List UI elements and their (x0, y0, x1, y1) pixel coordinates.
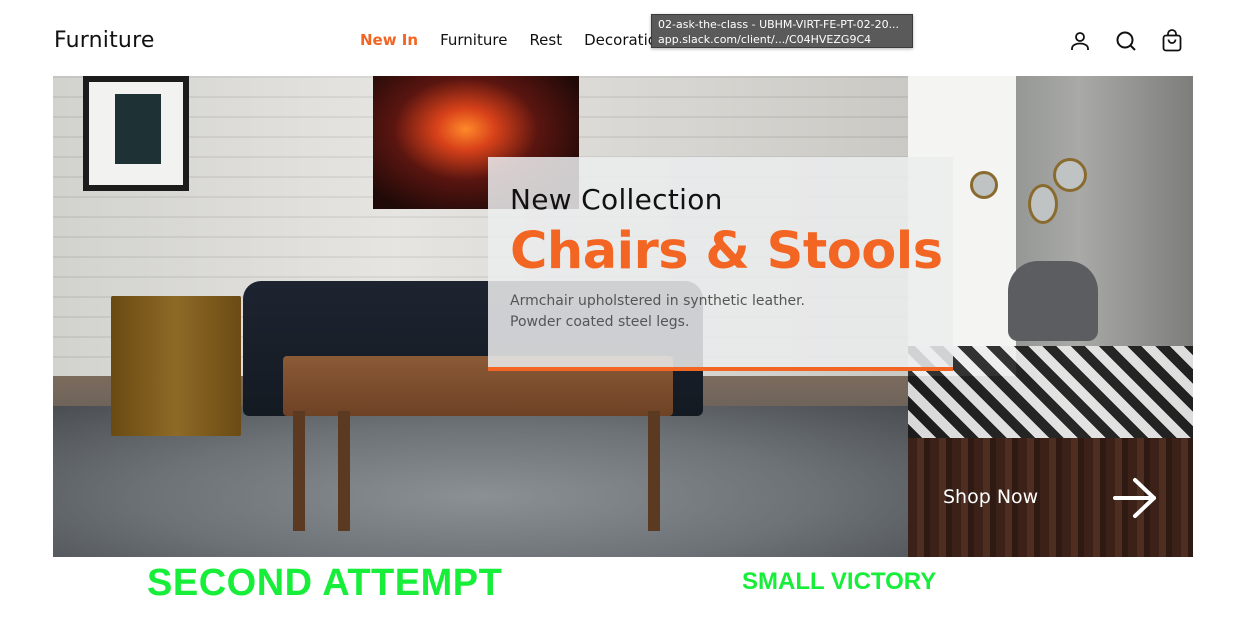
collection-kicker: New Collection (510, 183, 723, 216)
nav-item-rest[interactable]: Rest (529, 31, 562, 49)
collection-title: Chairs & Stools (510, 222, 943, 281)
nav-item-new-in[interactable]: New In (360, 31, 418, 49)
description-line: Armchair upholstered in synthetic leathe… (510, 293, 805, 309)
dresser (111, 296, 241, 436)
collection-card: New Collection Chairs & Stools Armchair … (488, 157, 953, 371)
shop-now-label: Shop Now (943, 486, 1039, 508)
browser-tab-tooltip: 02-ask-the-class - UBHM-VIRT-FE-PT-02-20… (651, 14, 913, 48)
search-icon[interactable] (1114, 29, 1138, 53)
round-mirror (1053, 158, 1087, 192)
main-nav: New In Furniture Rest Decoration (360, 31, 666, 49)
wall-frame (83, 76, 189, 191)
round-mirror (970, 171, 998, 199)
nav-item-furniture[interactable]: Furniture (440, 31, 507, 49)
caption-small-victory: SMALL VICTORY (742, 568, 937, 595)
site-logo[interactable]: Furniture (54, 28, 155, 53)
table-leg (293, 411, 305, 531)
shop-now-button[interactable]: Shop Now (908, 438, 1193, 557)
user-icon[interactable] (1068, 29, 1092, 53)
tooltip-url: app.slack.com/client/.../C04HVEZG9C4 (658, 33, 872, 46)
caption-second-attempt: SECOND ATTEMPT (147, 562, 503, 604)
table-leg (648, 411, 660, 531)
header-icons (1068, 29, 1184, 53)
shopping-bag-icon[interactable] (1160, 29, 1184, 53)
arrow-right-icon (1113, 478, 1156, 518)
collection-description: Armchair upholstered in synthetic leathe… (510, 291, 931, 333)
description-line: Powder coated steel legs. (510, 314, 690, 330)
armchair (1008, 261, 1098, 341)
framed-art (115, 94, 161, 164)
table-leg (338, 411, 350, 531)
tooltip-title: 02-ask-the-class - UBHM-VIRT-FE-PT-02-20… (658, 18, 900, 31)
round-mirror (1028, 184, 1058, 224)
